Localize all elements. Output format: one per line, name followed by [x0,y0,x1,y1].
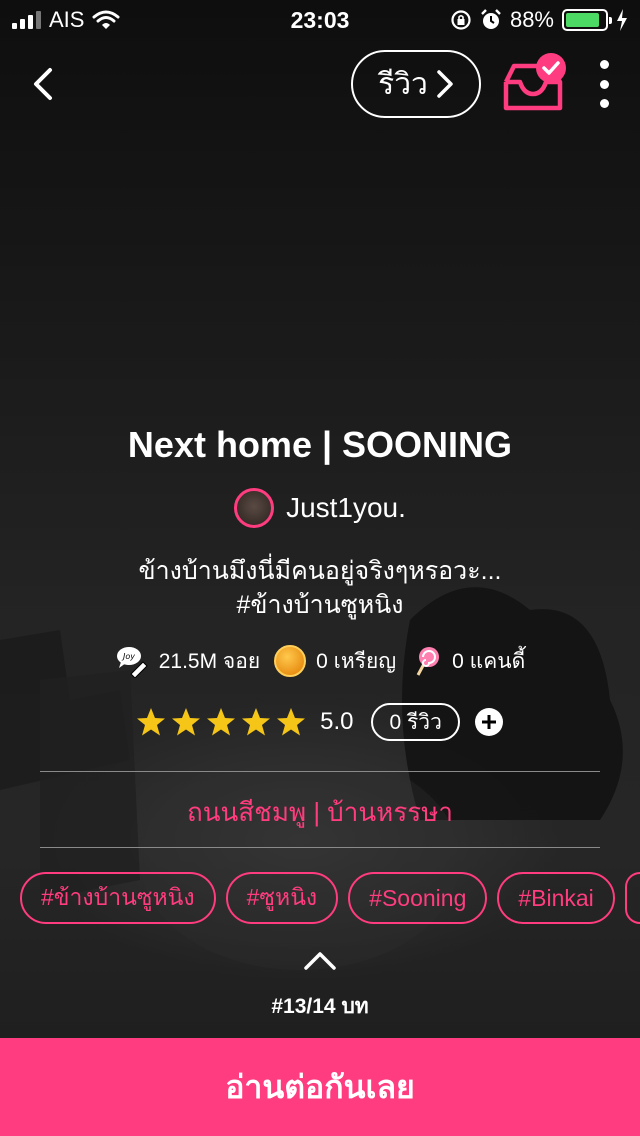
review-button[interactable]: รีวิว [351,50,481,118]
coin-stat: 0 เหรียญ [274,645,396,678]
stats-row: Joy 21.5M จอย 0 เหรียญ 0 แคนดี้ [0,644,640,678]
tag-chip-partial[interactable] [624,872,640,924]
status-left: AIS [12,7,120,33]
tag-chip[interactable]: #Sooning [348,872,488,924]
status-bar: AIS 23:03 88% [0,0,640,40]
author-avatar[interactable] [234,488,275,528]
top-nav: รีวิว [0,48,640,120]
star-icon [207,708,236,736]
author-name[interactable]: Just1you. [286,492,406,524]
status-time: 23:03 [290,6,350,33]
description-hashtag: #ข้างบ้านซูหนิง [236,591,404,619]
author-row[interactable]: Just1you. [0,488,640,528]
divider [40,771,600,772]
coin-icon [274,645,307,677]
star-icon [277,708,306,736]
tag-chip[interactable]: #ข้างบ้านซูหนิง [20,872,216,924]
charging-icon [617,9,627,31]
carrier-label: AIS [49,7,85,32]
chevron-right-icon [437,70,453,98]
review-count-button[interactable]: 0 รีวิว [371,703,460,741]
rating-row: 5.0 0 รีวิว [0,703,640,741]
review-button-label: รีวิว [378,67,428,101]
rating-value: 5.0 [320,708,354,735]
story-description: ข้างบ้านมึงนี่มีคนอยู่จริงๆหรอวะ... #ข้า… [0,554,640,622]
inbox-check-icon[interactable] [498,52,570,116]
divider [40,847,600,848]
story-title: Next home | SOONING [127,424,513,465]
candy-count: 0 แคนดี้ [452,649,526,673]
candy-stat: 0 แคนดี้ [410,645,525,678]
description-line: ข้างบ้านมึงนี่มีคนอยู่จริงๆหรอวะ... [138,557,502,585]
tag-chip[interactable]: #ซูหนิง [225,872,339,924]
signal-icon [12,11,41,29]
continue-reading-button[interactable]: อ่านต่อกันเลย [0,1038,640,1136]
tag-list: #ข้างบ้านซูหนิง #ซูหนิง #Sooning #Binkai [20,872,640,924]
svg-text:Joy: Joy [121,652,135,661]
star-icon [172,708,201,736]
more-options-icon[interactable] [590,60,618,108]
chevron-up-icon[interactable] [300,948,340,974]
back-icon[interactable] [26,64,66,104]
alarm-icon [481,9,501,29]
lollipop-icon [416,647,440,676]
review-count-label: 0 รีวิว [389,710,442,734]
star-rating [136,707,306,737]
joy-icon: Joy [116,647,148,678]
battery-percent: 88% [509,7,554,32]
star-icon [137,708,166,736]
continue-reading-label: อ่านต่อกันเลย [225,1068,415,1105]
rotation-lock-icon [451,10,471,30]
story-category[interactable]: ถนนสีชมพู | บ้านหรรษา [0,792,640,833]
star-icon [242,708,271,736]
tag-chip[interactable]: #Binkai [497,872,615,924]
status-right: 88% [450,7,628,33]
wifi-icon [92,10,120,29]
joy-stat: Joy 21.5M จอย [115,644,260,678]
joy-count: 21.5M จอย [158,649,261,673]
battery-icon [562,9,612,31]
coin-count: 0 เหรียญ [316,649,397,673]
chapter-progress: #13/14 บท [271,995,369,1018]
add-review-icon[interactable] [474,707,504,737]
